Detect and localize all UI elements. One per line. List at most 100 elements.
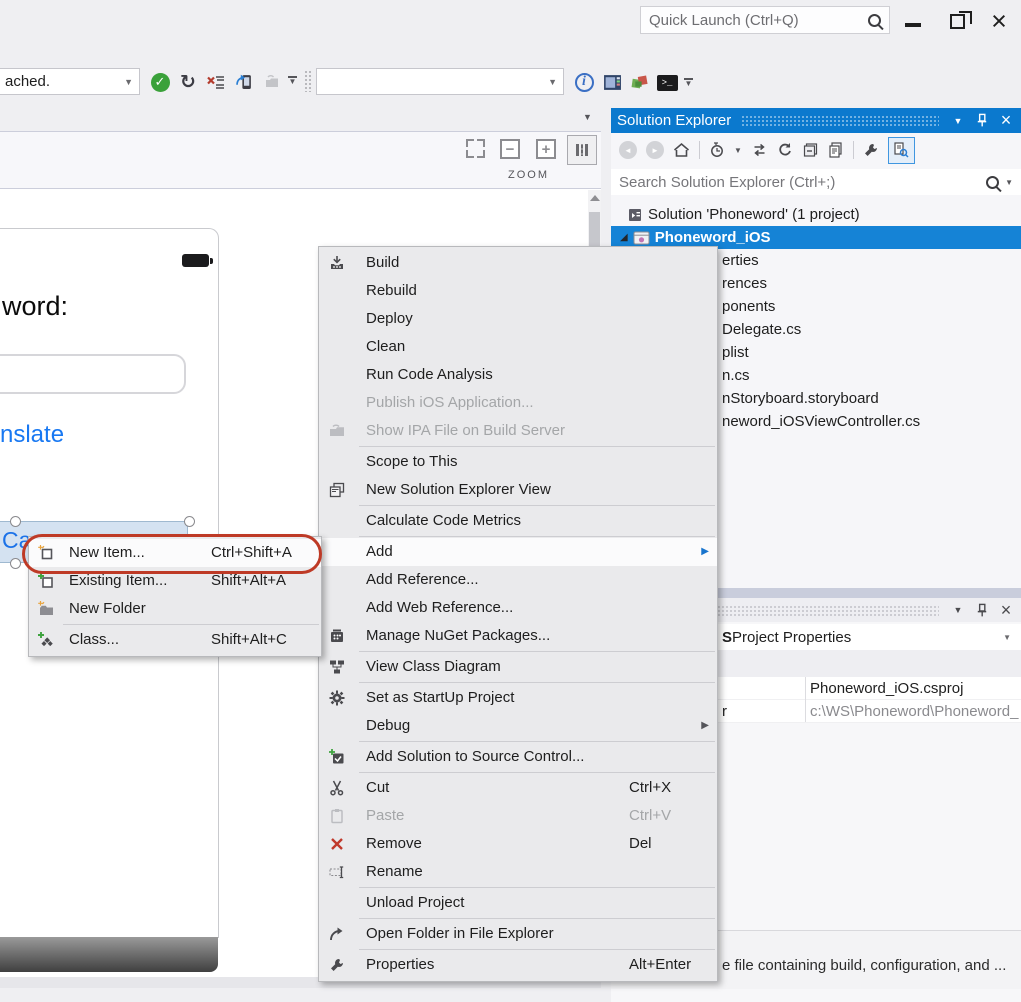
menu-item-class[interactable]: Class...Shift+Alt+C: [29, 626, 321, 654]
chevron-down-icon[interactable]: ▼: [1005, 178, 1013, 187]
selection-handle[interactable]: [184, 516, 195, 527]
run-check-button[interactable]: ✓: [148, 70, 172, 94]
window-position-dropdown[interactable]: ▼: [949, 605, 967, 615]
menu-item-clean[interactable]: Clean: [319, 333, 717, 361]
menu-item-add-reference[interactable]: Add Reference...: [319, 566, 717, 594]
menu-separator: [359, 446, 715, 447]
refresh-button[interactable]: [777, 142, 793, 158]
home-button[interactable]: [673, 142, 690, 158]
toolbar-grip-handle[interactable]: [304, 70, 311, 92]
grid-column-divider[interactable]: [805, 677, 806, 722]
tree-item-solution[interactable]: Solution 'Phoneword' (1 project): [611, 203, 1021, 226]
search-icon: [868, 14, 881, 27]
filter-dropdown-icon[interactable]: ▼: [734, 146, 742, 155]
console-button[interactable]: >_: [655, 71, 679, 95]
empty-icon-gutter: [329, 718, 345, 734]
deploy-to-device-button[interactable]: [232, 69, 256, 93]
refresh-button[interactable]: ↻: [176, 70, 200, 94]
nuget-icon: [329, 628, 345, 644]
clear-list-button[interactable]: [204, 70, 228, 94]
document-well-dropdown[interactable]: ▼: [583, 112, 592, 122]
menu-item-build[interactable]: Build: [319, 249, 717, 277]
scroll-up-icon[interactable]: [590, 195, 600, 201]
menu-item-view-class-diagram[interactable]: View Class Diagram: [319, 653, 717, 681]
zoom-actual-size-button[interactable]: [567, 135, 597, 165]
scrollbar-thumb[interactable]: [589, 212, 600, 246]
sync-with-active-document-button[interactable]: [751, 142, 768, 158]
menu-item-debug[interactable]: Debug▶: [319, 712, 717, 740]
menu-item-shortcut: Ctrl+Shift+A: [211, 539, 292, 567]
solution-explorer-titlebar[interactable]: Solution Explorer ▼ ×: [611, 108, 1021, 133]
close-button[interactable]: ×: [984, 8, 1014, 34]
menu-item-unload-project[interactable]: Unload Project: [319, 889, 717, 917]
menu-item-rebuild[interactable]: Rebuild: [319, 277, 717, 305]
selection-handle[interactable]: [10, 516, 21, 527]
refresh-icon: ↻: [180, 71, 196, 94]
selection-handle[interactable]: [10, 558, 21, 569]
preview-selected-items-toggle[interactable]: [888, 137, 915, 164]
zoom-out-button[interactable]: −: [500, 139, 520, 159]
pending-changes-filter-button[interactable]: [709, 142, 725, 158]
menu-item-label: Rebuild: [366, 277, 417, 305]
translate-button-label[interactable]: nslate: [0, 421, 64, 449]
back-button[interactable]: ◄: [619, 141, 637, 159]
expander-icon[interactable]: ◢: [620, 232, 628, 243]
menu-item-manage-nuget-packages[interactable]: Manage NuGet Packages...: [319, 622, 717, 650]
menu-item-label: New Folder: [69, 595, 146, 623]
menu-item-calculate-code-metrics[interactable]: Calculate Code Metrics: [319, 507, 717, 535]
menu-item-shortcut: Shift+Alt+A: [211, 567, 286, 595]
restore-button[interactable]: [942, 8, 972, 34]
menu-item-scope-to-this[interactable]: Scope to This: [319, 448, 717, 476]
menu-item-rename[interactable]: Rename: [319, 858, 717, 886]
show-all-files-button[interactable]: [828, 142, 844, 158]
forward-button[interactable]: ►: [646, 141, 664, 159]
toolbar-overflow-button-2[interactable]: ▼: [684, 78, 693, 87]
menu-item-label: Publish iOS Application...: [366, 389, 534, 417]
menu-item-new-folder[interactable]: New Folder: [29, 595, 321, 623]
close-icon: ×: [991, 11, 1007, 31]
quick-launch-box[interactable]: Quick Launch (Ctrl+Q): [640, 6, 890, 34]
menu-item-remove[interactable]: RemoveDel: [319, 830, 717, 858]
empty-icon-gutter: [329, 339, 345, 355]
property-value: Phoneword_iOS.csproj: [810, 680, 963, 697]
menu-item-label: Unload Project: [366, 889, 464, 917]
phoneword-label: word:: [2, 291, 68, 322]
packages-button[interactable]: [627, 70, 651, 94]
pin-icon[interactable]: [973, 113, 991, 128]
menu-item-label: Add Solution to Source Control...: [366, 743, 584, 771]
properties-button[interactable]: [863, 142, 879, 158]
zoom-fit-button[interactable]: [466, 139, 485, 158]
window-position-dropdown[interactable]: ▼: [949, 116, 967, 126]
menu-item-new-solution-explorer-view[interactable]: New Solution Explorer View: [319, 476, 717, 504]
solution-explorer-title: Solution Explorer: [617, 112, 731, 129]
menu-item-deploy[interactable]: Deploy: [319, 305, 717, 333]
menu-item-new-item[interactable]: New Item...Ctrl+Shift+A: [29, 539, 321, 567]
menu-item-properties[interactable]: PropertiesAlt+Enter: [319, 951, 717, 979]
menu-item-set-as-startup-project[interactable]: Set as StartUp Project: [319, 684, 717, 712]
menu-item-add-solution-to-source-control[interactable]: Add Solution to Source Control...: [319, 743, 717, 771]
menu-item-shortcut: Alt+Enter: [629, 951, 691, 979]
menu-item-add-web-reference[interactable]: Add Web Reference...: [319, 594, 717, 622]
menu-item-add[interactable]: Add▶: [319, 538, 717, 566]
zoom-in-button[interactable]: +: [536, 139, 556, 159]
toolbar-combo[interactable]: ▼: [316, 68, 564, 95]
solution-icon: [627, 207, 643, 223]
phone-number-field[interactable]: [0, 354, 186, 394]
device-combo[interactable]: ached. ▼: [0, 68, 140, 95]
info-button[interactable]: i: [572, 70, 596, 94]
cut-icon: [329, 780, 345, 796]
toolbar-overflow-button[interactable]: ▼: [288, 76, 297, 85]
menu-item-existing-item[interactable]: Existing Item...Shift+Alt+A: [29, 567, 321, 595]
simulator-button[interactable]: [600, 70, 624, 94]
menu-item-run-code-analysis[interactable]: Run Code Analysis: [319, 361, 717, 389]
menu-item-cut[interactable]: CutCtrl+X: [319, 774, 717, 802]
solution-explorer-search-input[interactable]: Search Solution Explorer (Ctrl+;) ▼: [611, 169, 1021, 195]
close-icon[interactable]: ×: [997, 110, 1015, 131]
minimize-button[interactable]: [898, 8, 928, 34]
zoom-label: ZOOM: [508, 169, 549, 181]
collapse-all-button[interactable]: [802, 142, 819, 158]
ipa-icon: [329, 423, 345, 439]
menu-item-open-folder-in-file-explorer[interactable]: Open Folder in File Explorer: [319, 920, 717, 948]
close-icon[interactable]: ×: [997, 600, 1015, 621]
pin-icon[interactable]: [973, 603, 991, 618]
